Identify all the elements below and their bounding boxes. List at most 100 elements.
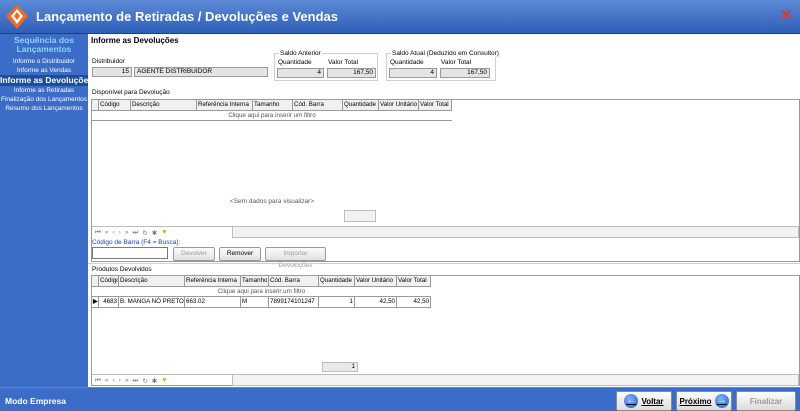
window-title: Lançamento de Retiradas / Devoluções e V…	[36, 9, 339, 24]
nav-next-icon[interactable]: ›	[119, 377, 121, 384]
col-tamanho[interactable]: Tamanho	[241, 276, 269, 286]
row-selector-icon[interactable]: ▶	[92, 297, 99, 307]
available-filter-row[interactable]: Clique aqui para inserir um filtro	[92, 111, 452, 121]
cell-cod-barra: 7899174101247	[269, 297, 319, 307]
sidebar-item-finalizacao[interactable]: Finalização dos Lançamentos	[0, 95, 88, 104]
returned-grid: Código Descrição Referência Interna Tama…	[91, 275, 800, 386]
distributor-label: Distribuidor	[92, 58, 125, 65]
nav-filter-icon[interactable]: ▼	[161, 377, 167, 384]
sidebar-item-distribuidor[interactable]: Informe o Distribuidor	[0, 57, 88, 66]
col-quantidade[interactable]: Quantidade	[319, 276, 355, 286]
app-logo-icon	[6, 5, 28, 29]
title-bar: Lançamento de Retiradas / Devoluções e V…	[0, 0, 800, 34]
saldo-anterior-qty-field: 4	[277, 68, 324, 78]
footer-bar: Modo Empresa ← Voltar Próximo → Finaliza…	[0, 387, 800, 411]
return-button[interactable]: Devolver	[173, 247, 215, 261]
available-grid: Código Descrição Referência Interna Tama…	[91, 99, 800, 262]
distributor-name-field: AGENTE DISTRIBUIDOR	[134, 67, 268, 77]
available-hscrollbar[interactable]	[232, 226, 799, 238]
nav-star-icon[interactable]: ✱	[152, 229, 157, 237]
divider	[88, 263, 800, 264]
sidebar-item-resumo[interactable]: Resumo dos Lançamentos	[0, 104, 88, 113]
close-icon[interactable]: ✕	[780, 8, 793, 23]
arrow-right-icon: →	[714, 394, 729, 408]
col-codigo[interactable]: Código	[99, 276, 119, 286]
available-grid-header: Código Descrição Referência Interna Tama…	[92, 100, 452, 111]
returned-qty-total: 1	[322, 362, 358, 372]
nav-last-icon[interactable]: ⏭	[132, 229, 138, 237]
page-title: Informe as Devoluções	[91, 36, 179, 45]
col-ref-interna[interactable]: Referência Interna	[185, 276, 241, 286]
sidebar-heading: Sequência dos Lançamentos	[14, 35, 74, 54]
cell-ref-interna: 663.02	[185, 297, 241, 307]
row-selector-header	[92, 276, 99, 286]
nav-next-page-icon[interactable]: »	[125, 229, 129, 236]
back-button[interactable]: ← Voltar	[616, 391, 672, 411]
cell-quantidade: 1	[319, 297, 355, 307]
nav-refresh-icon[interactable]: ↻	[142, 229, 147, 237]
cell-descricao: B. MANGA NÓ PRETO	[120, 297, 185, 307]
available-footer-cell	[344, 210, 376, 222]
saldo-atual-qty-label: Quantidade	[390, 59, 424, 66]
barcode-input[interactable]	[92, 247, 168, 259]
col-valor-unitario[interactable]: Valor Unitário	[379, 100, 419, 110]
row-selector-header	[92, 100, 99, 110]
col-codigo[interactable]: Código	[99, 100, 131, 110]
saldo-anterior-total-label: Valor Total	[328, 59, 359, 66]
sidebar-item-vendas[interactable]: Informe as Vendas	[0, 66, 88, 75]
available-empty-message: <Sem dados para visualizar>	[229, 198, 315, 205]
returned-grid-title: Produtos Devolvidos	[92, 266, 152, 273]
nav-first-icon[interactable]: ⏮	[95, 377, 101, 385]
nav-last-icon[interactable]: ⏭	[132, 377, 138, 385]
main-panel: Informe as Devoluções Distribuidor 15 AG…	[88, 34, 800, 387]
saldo-atual-total-field: 167,50	[440, 68, 490, 78]
back-button-label: Voltar	[641, 396, 664, 406]
col-tamanho[interactable]: Tamanho	[253, 100, 293, 110]
nav-star-icon[interactable]: ✱	[152, 377, 157, 385]
col-cod-barra[interactable]: Cód. Barra	[293, 100, 343, 110]
saldo-atual-qty-field: 4	[389, 68, 437, 78]
cell-valor-total: 42,50	[397, 297, 431, 307]
sidebar: Sequência dos Lançamentos Informe o Dist…	[0, 34, 93, 387]
saldo-anterior-total-field: 167,50	[327, 68, 376, 78]
sidebar-item-retiradas[interactable]: Informe as Retiradas	[0, 86, 88, 95]
distributor-code-field: 15	[92, 67, 132, 77]
import-returns-button[interactable]: Importar Devoluções	[265, 247, 326, 269]
arrow-left-icon: ←	[624, 394, 639, 408]
cell-valor-unitario: 42,50	[355, 297, 397, 307]
col-descricao[interactable]: Descrição	[119, 276, 185, 286]
available-grid-title: Disponível para Devolução	[92, 89, 170, 96]
nav-prev-icon[interactable]: ‹	[112, 229, 114, 236]
next-button-label: Próximo	[679, 396, 712, 406]
nav-next-icon[interactable]: ›	[119, 229, 121, 236]
returned-filter-row[interactable]: Clique aqui para inserir um filtro	[92, 287, 431, 297]
sidebar-item-devolucoes[interactable]: Informe as Devoluções	[0, 75, 93, 86]
saldo-anterior-qty-label: Quantidade	[278, 59, 312, 66]
col-valor-total[interactable]: Valor Total	[419, 100, 452, 110]
returned-hscrollbar[interactable]	[232, 374, 799, 386]
col-valor-total[interactable]: Valor Total	[397, 276, 431, 286]
returned-grid-header: Código Descrição Referência Interna Tama…	[92, 276, 431, 287]
nav-prev-page-icon[interactable]: «	[105, 229, 109, 236]
col-cod-barra[interactable]: Cód. Barra	[269, 276, 319, 286]
saldo-anterior-title: Saldo Anterior	[279, 50, 322, 57]
saldo-atual-title: Saldo Atual (Deduzido em Consultor)	[391, 50, 500, 57]
mode-label: Modo Empresa	[5, 396, 66, 406]
nav-filter-icon[interactable]: ▼	[161, 229, 167, 236]
cell-codigo: 4683	[99, 297, 119, 307]
finish-button[interactable]: Finalizar	[736, 391, 796, 411]
nav-prev-page-icon[interactable]: «	[105, 377, 109, 384]
nav-next-page-icon[interactable]: »	[125, 377, 129, 384]
col-ref-interna[interactable]: Referência Interna	[197, 100, 253, 110]
col-quantidade[interactable]: Quantidade	[343, 100, 379, 110]
remove-button[interactable]: Remover	[219, 247, 261, 261]
next-button[interactable]: Próximo →	[676, 391, 732, 411]
nav-prev-icon[interactable]: ‹	[112, 377, 114, 384]
nav-refresh-icon[interactable]: ↻	[142, 377, 147, 385]
barcode-label: Código de Barra (F4 = Busca):	[92, 239, 181, 246]
table-row[interactable]: ▶ 4683 B. MANGA NÓ PRETO 663.02 M 789917…	[92, 297, 431, 308]
nav-first-icon[interactable]: ⏮	[95, 229, 101, 237]
col-descricao[interactable]: Descrição	[131, 100, 197, 110]
cell-tamanho: M	[241, 297, 269, 307]
col-valor-unitario[interactable]: Valor Unitário	[355, 276, 397, 286]
